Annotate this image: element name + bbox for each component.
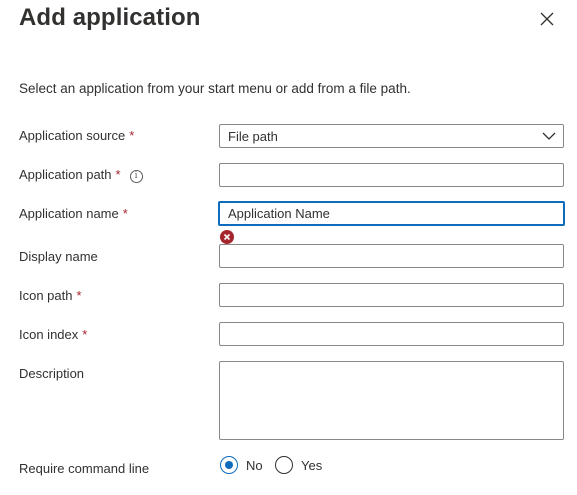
intro-text: Select an application from your start me… xyxy=(19,81,411,96)
required-marker: * xyxy=(76,288,82,303)
close-button[interactable] xyxy=(538,10,556,28)
radio-no-label: No xyxy=(246,458,263,473)
application-source-dropdown[interactable]: File path xyxy=(219,124,564,148)
icon-index-label: Icon index * xyxy=(19,327,88,342)
radio-no[interactable] xyxy=(220,456,238,474)
display-name-label: Display name xyxy=(19,249,98,264)
radio-yes-label: Yes xyxy=(301,458,323,473)
description-label: Description xyxy=(19,366,85,381)
radio-yes[interactable] xyxy=(275,456,293,474)
description-textarea[interactable] xyxy=(219,361,564,440)
application-name-value: Application Name xyxy=(228,206,330,221)
required-marker: * xyxy=(129,128,135,143)
application-name-input[interactable]: Application Name xyxy=(218,201,565,226)
icon-index-input[interactable] xyxy=(219,322,564,346)
error-icon xyxy=(220,230,234,244)
application-source-value: File path xyxy=(228,129,278,144)
icon-path-input[interactable] xyxy=(219,283,564,307)
application-path-label: Application path * i xyxy=(19,167,143,183)
display-name-input[interactable] xyxy=(219,244,564,268)
require-command-line-label: Require command line xyxy=(19,461,150,476)
required-marker: * xyxy=(115,167,121,182)
info-icon[interactable]: i xyxy=(129,170,143,183)
application-source-label: Application source * xyxy=(19,128,135,143)
chevron-down-icon xyxy=(542,132,556,140)
required-marker: * xyxy=(122,206,128,221)
icon-path-label: Icon path * xyxy=(19,288,82,303)
required-marker: * xyxy=(82,327,88,342)
panel-title: Add application xyxy=(19,4,201,31)
application-name-label: Application name * xyxy=(19,206,128,221)
close-icon xyxy=(540,12,554,26)
application-path-input[interactable] xyxy=(219,163,564,187)
